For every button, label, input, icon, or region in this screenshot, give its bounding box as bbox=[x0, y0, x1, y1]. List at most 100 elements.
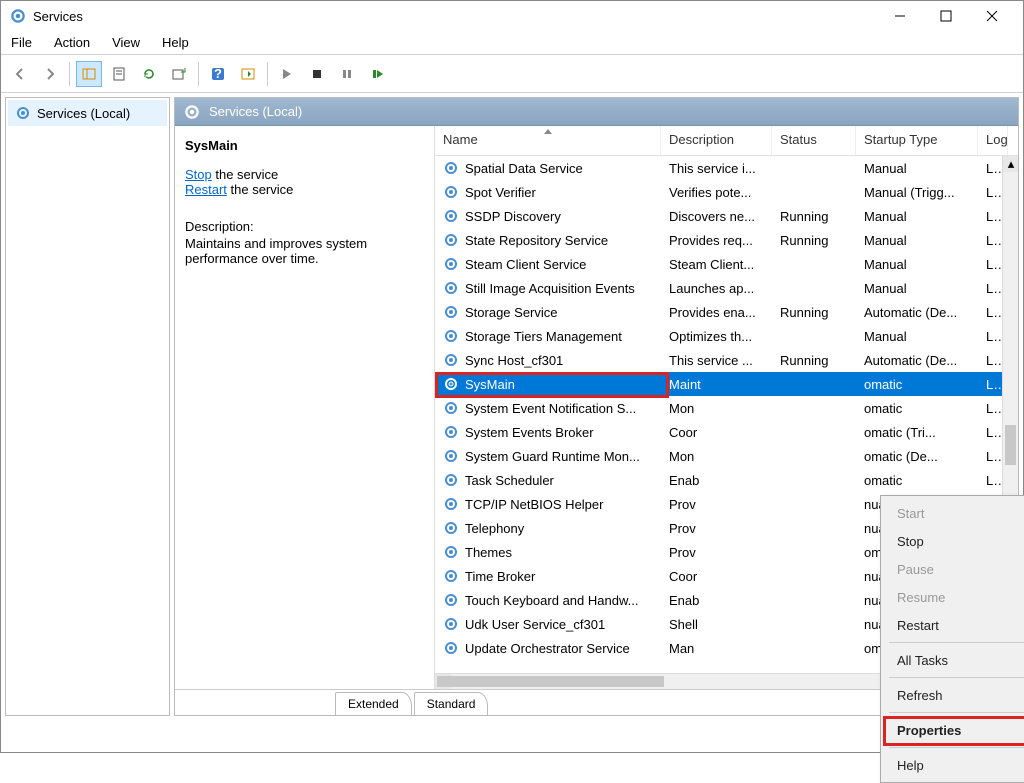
refresh-button[interactable] bbox=[136, 61, 162, 87]
service-desc-cell: Provides ena... bbox=[661, 305, 772, 320]
service-desc-cell: Verifies pote... bbox=[661, 185, 772, 200]
gear-icon bbox=[443, 400, 459, 416]
service-status-cell: Running bbox=[772, 233, 856, 248]
service-name-cell: Themes bbox=[465, 545, 512, 560]
forward-button[interactable] bbox=[37, 61, 63, 87]
help-button[interactable]: ? bbox=[205, 61, 231, 87]
service-name-cell: Storage Service bbox=[465, 305, 558, 320]
service-row[interactable]: State Repository Service Provides req...… bbox=[435, 228, 1018, 252]
gear-icon bbox=[443, 640, 459, 656]
service-startup-cell: Automatic (De... bbox=[856, 305, 978, 320]
service-row[interactable]: Task Scheduler Enab omatic Loc bbox=[435, 468, 1018, 492]
service-row[interactable]: SSDP Discovery Discovers ne... Running M… bbox=[435, 204, 1018, 228]
tab-standard[interactable]: Standard bbox=[414, 692, 489, 715]
colh-status[interactable]: Status bbox=[772, 126, 856, 155]
menu-action[interactable]: Action bbox=[54, 35, 90, 50]
service-name-cell: Still Image Acquisition Events bbox=[465, 281, 635, 296]
service-row[interactable]: Spot Verifier Verifies pote... Manual (T… bbox=[435, 180, 1018, 204]
show-hide-tree-button[interactable] bbox=[76, 61, 102, 87]
service-name-cell: SysMain bbox=[465, 377, 515, 392]
service-name-cell: Udk User Service_cf301 bbox=[465, 617, 605, 632]
service-row[interactable]: Storage Tiers Management Optimizes th...… bbox=[435, 324, 1018, 348]
scroll-thumb-h[interactable] bbox=[437, 676, 664, 687]
properties-button[interactable] bbox=[106, 61, 132, 87]
scroll-thumb[interactable] bbox=[1005, 425, 1016, 465]
close-button[interactable] bbox=[969, 1, 1015, 31]
context-menu-item-start: Start bbox=[881, 499, 1024, 527]
service-row[interactable]: Sync Host_cf301 This service ... Running… bbox=[435, 348, 1018, 372]
stop-link[interactable]: Stop bbox=[185, 167, 212, 182]
context-menu-item-help[interactable]: Help bbox=[881, 751, 1024, 779]
minimize-button[interactable] bbox=[877, 1, 923, 31]
panel-title: Services (Local) bbox=[209, 104, 302, 119]
service-row[interactable]: SysMain Maint omatic Loc bbox=[435, 372, 1018, 396]
colh-logon[interactable]: Log bbox=[978, 126, 1008, 155]
service-name-cell: Update Orchestrator Service bbox=[465, 641, 630, 656]
context-menu-item-stop[interactable]: Stop bbox=[881, 527, 1024, 555]
service-row[interactable]: System Events Broker Coor omatic (Tri...… bbox=[435, 420, 1018, 444]
restart-link[interactable]: Restart bbox=[185, 182, 227, 197]
window-title: Services bbox=[33, 9, 83, 24]
service-desc-cell: This service i... bbox=[661, 161, 772, 176]
tree-item-services-local[interactable]: Services (Local) bbox=[8, 100, 167, 126]
column-headers: Name Description Status Startup Type Log bbox=[435, 126, 1018, 156]
colh-description[interactable]: Description bbox=[661, 126, 772, 155]
gear-icon bbox=[443, 592, 459, 608]
pause-service-button[interactable] bbox=[334, 61, 360, 87]
service-desc-cell: Mon bbox=[661, 401, 772, 416]
context-menu-item-properties[interactable]: Properties bbox=[881, 716, 1024, 744]
service-desc-cell: This service ... bbox=[661, 353, 772, 368]
gear-icon bbox=[443, 616, 459, 632]
scroll-up-button[interactable]: ▴ bbox=[1003, 156, 1018, 172]
detail-pane: Services (Local) SysMain Stop the servic… bbox=[174, 97, 1019, 716]
colh-startup[interactable]: Startup Type bbox=[856, 126, 978, 155]
service-row[interactable]: Steam Client Service Steam Client... Man… bbox=[435, 252, 1018, 276]
service-row[interactable]: Storage Service Provides ena... Running … bbox=[435, 300, 1018, 324]
service-desc-cell: Prov bbox=[661, 521, 772, 536]
service-name-cell: Storage Tiers Management bbox=[465, 329, 622, 344]
menu-view[interactable]: View bbox=[112, 35, 140, 50]
restart-service-button[interactable] bbox=[364, 61, 390, 87]
gear-icon bbox=[443, 160, 459, 176]
service-row[interactable]: System Event Notification S... Mon omati… bbox=[435, 396, 1018, 420]
service-desc-cell: Steam Client... bbox=[661, 257, 772, 272]
service-name-cell: Spatial Data Service bbox=[465, 161, 583, 176]
service-startup-cell: Automatic (De... bbox=[856, 353, 978, 368]
gear-icon bbox=[443, 328, 459, 344]
service-name-cell: System Events Broker bbox=[465, 425, 594, 440]
tab-extended[interactable]: Extended bbox=[335, 692, 412, 715]
context-menu-item-all-tasks[interactable]: All Tasks▸ bbox=[881, 646, 1024, 674]
gear-icon bbox=[443, 568, 459, 584]
service-row[interactable]: Spatial Data Service This service i... M… bbox=[435, 156, 1018, 180]
service-row[interactable]: System Guard Runtime Mon... Mon omatic (… bbox=[435, 444, 1018, 468]
context-menu-sep bbox=[889, 642, 1024, 643]
gear-icon bbox=[443, 448, 459, 464]
service-row[interactable]: Still Image Acquisition Events Launches … bbox=[435, 276, 1018, 300]
gear-icon bbox=[443, 424, 459, 440]
service-desc-cell: Mon bbox=[661, 449, 772, 464]
service-name-cell: State Repository Service bbox=[465, 233, 608, 248]
service-desc-cell: Discovers ne... bbox=[661, 209, 772, 224]
export-button[interactable] bbox=[166, 61, 192, 87]
gear-icon bbox=[443, 472, 459, 488]
gear-icon bbox=[443, 280, 459, 296]
service-desc-cell: Launches ap... bbox=[661, 281, 772, 296]
context-menu-item-refresh[interactable]: Refresh bbox=[881, 681, 1024, 709]
back-button[interactable] bbox=[7, 61, 33, 87]
service-name-cell: TCP/IP NetBIOS Helper bbox=[465, 497, 603, 512]
context-menu-item-pause: Pause bbox=[881, 555, 1024, 583]
unknown-button[interactable] bbox=[235, 61, 261, 87]
stop-service-button[interactable] bbox=[304, 61, 330, 87]
menu-help[interactable]: Help bbox=[162, 35, 189, 50]
maximize-button[interactable] bbox=[923, 1, 969, 31]
gear-icon bbox=[443, 352, 459, 368]
start-service-button[interactable] bbox=[274, 61, 300, 87]
panel-title-bar: Services (Local) bbox=[175, 98, 1018, 126]
service-status-cell: Running bbox=[772, 305, 856, 320]
service-startup-cell: omatic (Tri... bbox=[856, 425, 978, 440]
selected-service-name: SysMain bbox=[185, 138, 424, 153]
context-menu-item-restart[interactable]: Restart bbox=[881, 611, 1024, 639]
colh-name[interactable]: Name bbox=[435, 126, 661, 155]
menu-file[interactable]: File bbox=[11, 35, 32, 50]
restart-text: the service bbox=[227, 182, 293, 197]
